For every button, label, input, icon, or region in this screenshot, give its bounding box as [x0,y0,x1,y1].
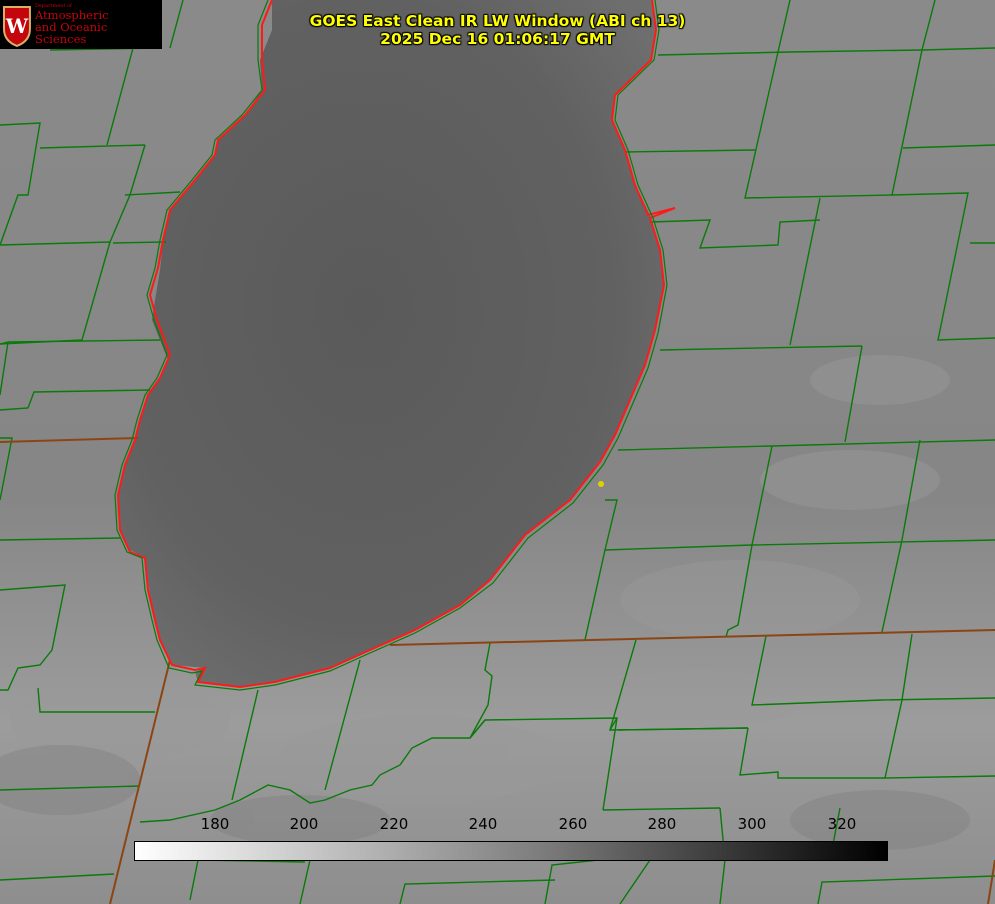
satellite-map [0,0,995,904]
colorbar-tick-label: 220 [379,815,409,833]
image-title: GOES East Clean IR LW Window (ABI ch 13)… [0,12,995,48]
colorbar-tick-label: 260 [558,815,588,833]
colorbar-tick-label: 180 [200,815,230,833]
colorbar-tick-label: 240 [468,815,498,833]
colorbar-gradient [134,841,888,861]
title-timestamp: 2025 Dec 16 01:06:17 GMT [380,30,615,48]
location-marker [598,481,604,487]
title-line1: GOES East Clean IR LW Window (ABI ch 13) [309,12,686,30]
colorbar-tick-label: 200 [289,815,319,833]
colorbar-tick-label: 300 [737,815,767,833]
colorbar-tick-label: 280 [647,815,677,833]
colorbar-tick-label: 320 [827,815,857,833]
